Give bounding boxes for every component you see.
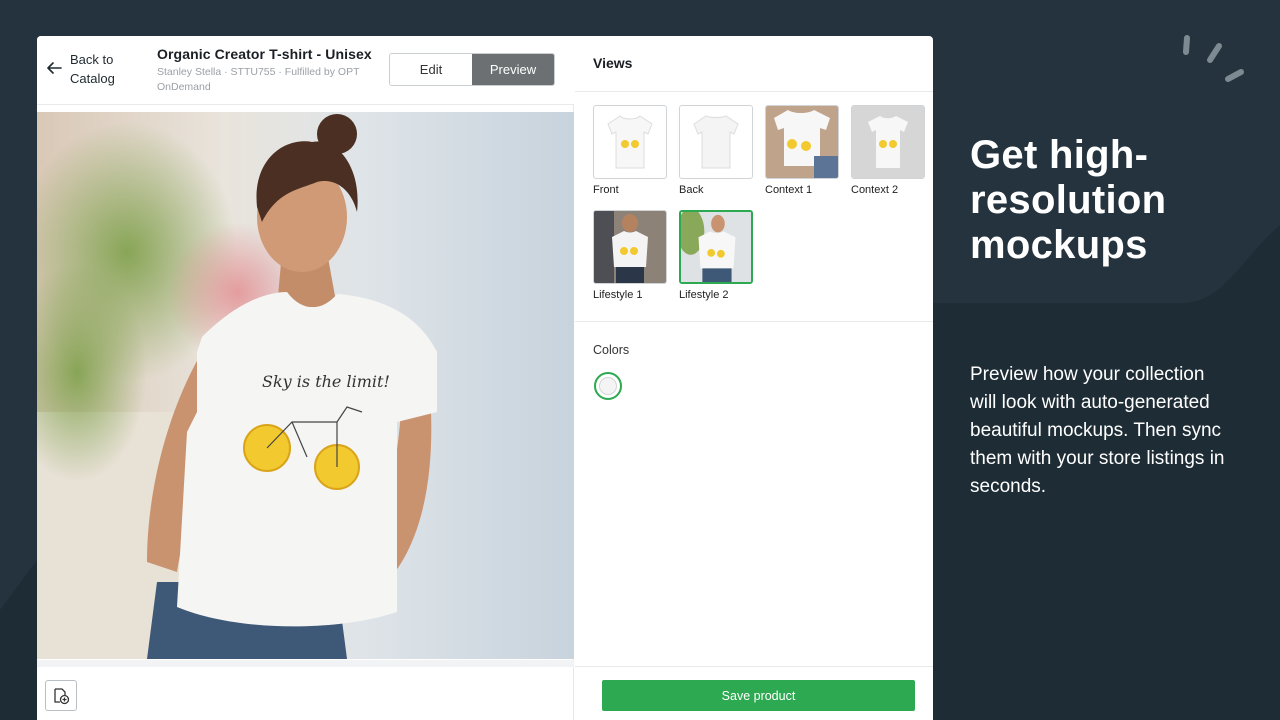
edit-preview-toggle: Edit Preview [389,53,555,86]
view-thumb-lifestyle-1[interactable]: Lifestyle 1 [593,210,667,301]
view-label: Lifestyle 2 [679,289,729,301]
thumb-image [593,210,667,284]
preview-footer [37,660,574,720]
edit-tab[interactable]: Edit [390,54,472,85]
preview-column: Back to Catalog Organic Creator T-shirt … [37,36,574,720]
thumb-image [593,105,667,179]
lifestyle-mockup-photo: Sky is the limit! [37,112,574,659]
back-label: Back to Catalog [70,52,115,86]
spark-decoration-icon [1183,35,1244,82]
promo-title: Get high-resolution mockups [970,133,1167,267]
views-heading: Views [575,36,933,92]
view-label: Context 1 [765,184,813,196]
back-to-catalog-link[interactable]: Back to Catalog [47,50,122,88]
add-file-button[interactable] [45,680,77,711]
product-title: Organic Creator T-shirt - Unisex [157,46,372,62]
save-footer: Save product [575,666,933,720]
view-thumb-context-1[interactable]: Context 1 [765,105,839,196]
thumb-image [679,105,753,179]
file-add-icon [54,687,70,704]
thumb-image [851,105,925,179]
mockup-preview-image: Sky is the limit! [37,112,574,659]
view-label: Back [679,184,704,196]
view-label: Front [593,184,619,196]
view-thumb-lifestyle-2[interactable]: Lifestyle 2 [679,210,753,301]
save-product-button[interactable]: Save product [602,680,915,711]
thumb-image [679,210,753,284]
thumb-image [765,105,839,179]
view-label: Context 2 [851,184,899,196]
view-label: Lifestyle 1 [593,289,643,301]
preview-tab[interactable]: Preview [472,54,554,85]
editor-header: Back to Catalog Organic Creator T-shirt … [37,36,574,105]
divider [575,321,933,322]
product-editor-window: Back to Catalog Organic Creator T-shirt … [37,36,933,720]
product-info: Organic Creator T-shirt - Unisex Stanley… [157,46,377,95]
promo-text: Preview how your collection will look wi… [970,364,1225,497]
shirt-print-text: Sky is the limit! [262,372,390,391]
color-swatch-white[interactable] [594,372,622,400]
arrow-left-icon [47,62,62,74]
colors-heading: Colors [593,343,630,357]
view-thumb-back[interactable]: Back [679,105,753,196]
view-thumb-context-2[interactable]: Context 2 [851,105,925,196]
views-panel: Views Front Back Context 1 Context 2 Lif… [575,36,933,720]
product-subtitle: Stanley Stella · STTU755 · Fulfilled by … [157,66,360,93]
view-thumb-front[interactable]: Front [593,105,667,196]
